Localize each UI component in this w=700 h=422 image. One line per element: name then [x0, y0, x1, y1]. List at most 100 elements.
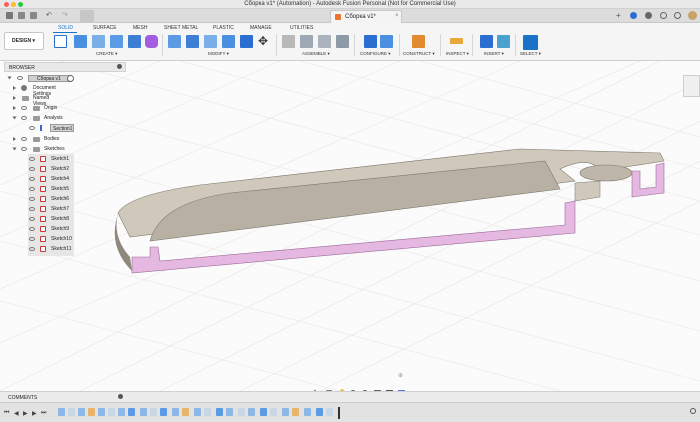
timeline-feature[interactable] [238, 408, 245, 416]
timeline-feature[interactable] [160, 408, 167, 416]
expand-icon[interactable] [13, 106, 16, 110]
view-cube-icon[interactable] [683, 75, 700, 97]
avatar[interactable] [688, 11, 697, 20]
collapse-icon[interactable] [12, 147, 17, 151]
visibility-icon[interactable] [29, 187, 35, 191]
measure-icon[interactable] [450, 38, 463, 44]
timeline-feature[interactable] [326, 408, 333, 416]
create-menu[interactable]: CREATE ▾ [96, 51, 117, 57]
combine-icon[interactable] [240, 35, 253, 48]
visibility-icon[interactable] [29, 217, 35, 221]
browser-item-analysis[interactable]: Analysis [44, 115, 63, 121]
press-pull-icon[interactable] [168, 35, 181, 48]
tab-manage[interactable]: MANAGE [250, 25, 272, 31]
hole-icon[interactable] [110, 35, 123, 48]
timeline-feature[interactable] [304, 408, 311, 416]
timeline-feature[interactable] [260, 408, 267, 416]
visibility-icon[interactable] [29, 207, 35, 211]
revolve-icon[interactable] [92, 35, 105, 48]
timeline-feature[interactable] [194, 408, 201, 416]
sketch-item[interactable]: Sketch6 [51, 196, 69, 202]
timeline-settings-icon[interactable] [690, 408, 696, 414]
inspect-menu[interactable]: INSPECT ▾ [446, 51, 469, 57]
tab-solid[interactable]: SOLID [58, 25, 73, 31]
tab-utilities[interactable]: UTILITIES [290, 25, 313, 31]
timeline-feature[interactable] [216, 408, 223, 416]
assemble-menu[interactable]: ASSEMBLE ▾ [302, 51, 330, 57]
browser-panel-header[interactable]: BROWSER [4, 62, 126, 72]
visibility-icon[interactable] [29, 177, 35, 181]
tab-mesh[interactable]: MESH [133, 25, 147, 31]
home-icon[interactable] [80, 10, 94, 22]
sketch-item[interactable]: Sketch9 [51, 226, 69, 232]
document-tab[interactable]: Сборка v1* × [330, 10, 402, 23]
construct-menu[interactable]: CONSTRUCT ▾ [403, 51, 435, 57]
new-component-icon[interactable] [282, 35, 295, 48]
as-built-joint-icon[interactable] [318, 35, 331, 48]
insert-menu[interactable]: INSERT ▾ [484, 51, 504, 57]
browser-item-sketches[interactable]: Sketches [44, 146, 65, 152]
visibility-icon[interactable] [21, 106, 27, 110]
visibility-icon[interactable] [29, 237, 35, 241]
chamfer-icon[interactable] [204, 35, 217, 48]
undo-icon[interactable]: ↶ [46, 11, 52, 19]
form-icon[interactable] [145, 35, 158, 48]
apps-grid-icon[interactable] [6, 12, 13, 19]
browser-root-node[interactable]: Сборка v1 [28, 75, 72, 82]
new-tab-icon[interactable]: + [616, 11, 621, 20]
visibility-icon[interactable] [29, 157, 35, 161]
sketch-item[interactable]: Sketch5 [51, 186, 69, 192]
timeline-feature[interactable] [270, 408, 277, 416]
notifications-icon[interactable] [660, 12, 667, 19]
modify-menu[interactable]: MODIFY ▾ [208, 51, 229, 57]
select-menu[interactable]: SELECT ▾ [520, 51, 541, 57]
timeline-feature[interactable] [172, 408, 179, 416]
sketch-item[interactable]: Sketch7 [51, 206, 69, 212]
visibility-icon[interactable] [17, 76, 23, 80]
collapse-icon[interactable] [12, 116, 17, 120]
help-icon[interactable] [674, 12, 681, 19]
timeline-feature[interactable] [150, 408, 157, 416]
go-to-start-icon[interactable]: ⏮ [4, 410, 9, 417]
insert-derive-icon[interactable] [480, 35, 493, 48]
step-back-icon[interactable]: ◀ [14, 410, 19, 417]
offset-plane-icon[interactable] [412, 35, 425, 48]
expand-icon[interactable] [13, 86, 16, 90]
timeline-feature[interactable] [78, 408, 85, 416]
timeline-feature[interactable] [88, 408, 95, 416]
joint-origin-icon[interactable] [336, 35, 349, 48]
sketch-item[interactable]: Sketch2 [51, 166, 69, 172]
box-icon[interactable] [128, 35, 141, 48]
timeline-feature[interactable] [282, 408, 289, 416]
comments-panel[interactable]: COMMENTS [0, 391, 700, 402]
tab-sheet-metal[interactable]: SHEET METAL [164, 25, 198, 31]
browser-item-origin[interactable]: Origin [44, 105, 57, 111]
comments-pin-icon[interactable] [118, 394, 123, 399]
extrude-icon[interactable] [74, 35, 87, 48]
job-status-icon[interactable] [645, 12, 652, 19]
pin-icon[interactable] [117, 64, 122, 69]
workspace-switcher[interactable]: DESIGN ▾ [4, 32, 44, 50]
sketch-item[interactable]: Sketch11 [51, 246, 71, 252]
sketch-item[interactable]: Sketch8 [51, 216, 69, 222]
visibility-icon[interactable] [21, 116, 27, 120]
visibility-icon[interactable] [21, 137, 27, 141]
expand-icon[interactable] [7, 76, 12, 80]
timeline-feature[interactable] [98, 408, 105, 416]
sketch-item[interactable]: Sketch1 [51, 156, 69, 162]
sketch-item[interactable]: Sketch4 [51, 176, 69, 182]
timeline-feature[interactable] [118, 408, 125, 416]
visibility-icon[interactable] [29, 167, 35, 171]
timeline-feature[interactable] [292, 408, 299, 416]
shell-icon[interactable] [222, 35, 235, 48]
go-to-end-icon[interactable]: ⏭ [41, 410, 46, 417]
extensions-icon[interactable] [630, 12, 637, 19]
move-icon[interactable]: ✥ [258, 35, 271, 48]
timeline-feature[interactable] [68, 408, 75, 416]
timeline-feature[interactable] [204, 408, 211, 416]
sketch-item[interactable]: Sketch10 [51, 236, 72, 242]
timeline-feature[interactable] [128, 408, 135, 416]
timeline-feature[interactable] [316, 408, 323, 416]
timeline-marker[interactable] [338, 407, 340, 419]
timeline-feature[interactable] [108, 408, 115, 416]
